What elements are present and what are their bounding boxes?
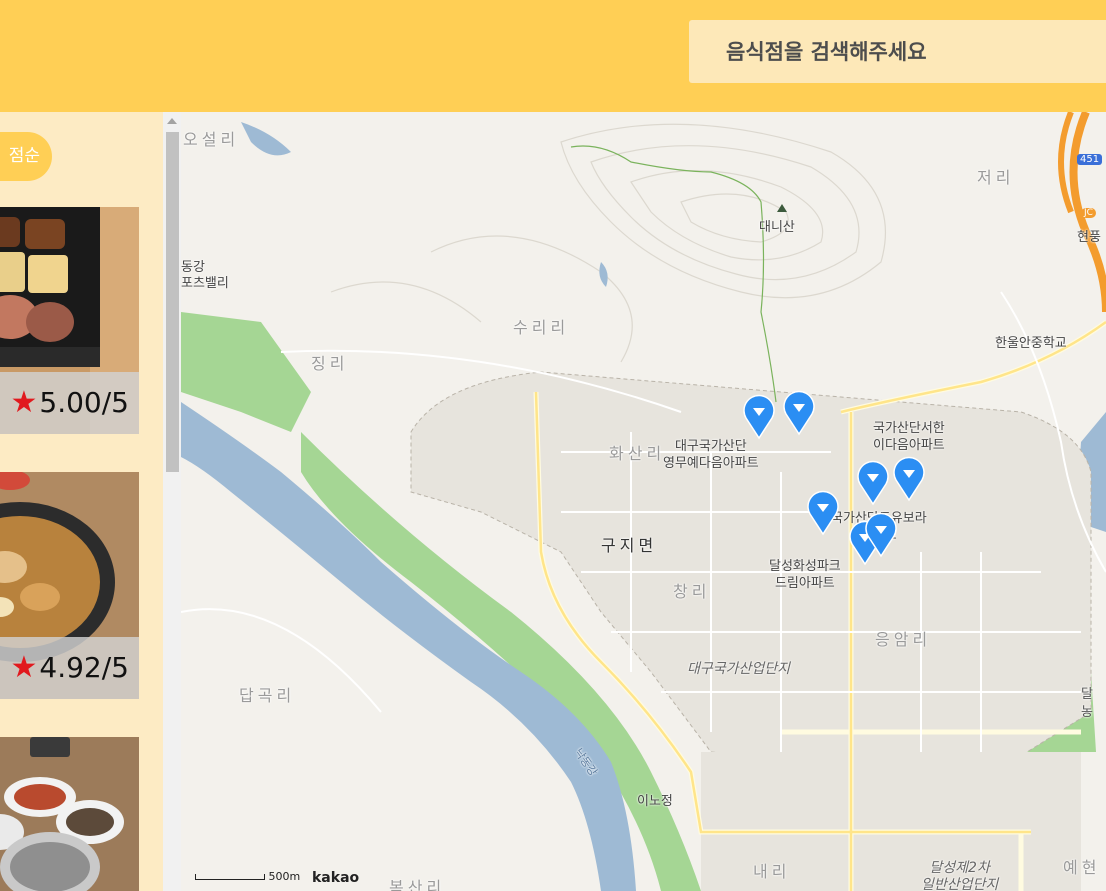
search-input[interactable] [689, 20, 1106, 83]
map-label-hwasanri: 화산리 [609, 444, 666, 463]
restaurant-marker-icon[interactable] [806, 488, 840, 536]
star-icon: ★ [10, 650, 38, 685]
map-label-surii: 수리리 [513, 318, 570, 337]
map-label-changri: 창리 [673, 582, 711, 601]
map-view[interactable]: 오설리 대니산 저리 현풍 동강 포츠밸리 수리리 징리 한울안중학교 화산리 … [181, 112, 1106, 891]
sidebar-scrollbar[interactable] [163, 112, 181, 891]
app-header [0, 0, 1106, 112]
search-box[interactable] [689, 20, 1106, 83]
map-label-jinri: 징리 [311, 354, 349, 373]
restaurant-photo [0, 737, 139, 891]
scroll-up-arrow-icon[interactable] [167, 118, 177, 124]
map-base [181, 112, 1106, 891]
restaurant-sidebar: 점순 ★5.00/5 ★4.92/5 [0, 112, 163, 891]
map-label-guji-myeon: 구지면 [601, 536, 658, 555]
restaurant-marker-icon[interactable] [864, 510, 898, 558]
highway-shield: 451 [1077, 154, 1103, 165]
map-label-naeri: 내리 [753, 862, 791, 881]
rating-value: 4.92/5 [39, 651, 129, 684]
scroll-thumb[interactable] [166, 132, 179, 472]
map-label-bokri: 복산리 [389, 878, 446, 891]
rating-value: 5.00/5 [39, 386, 129, 419]
map-label-apt-yeongmu: 대구국가산단 영무예다음아파트 [663, 439, 759, 471]
restaurant-marker-icon[interactable] [856, 458, 890, 506]
scale-bar [195, 874, 265, 880]
junction-badge: JC [1081, 208, 1096, 218]
restaurant-marker-icon[interactable] [892, 454, 926, 502]
restaurant-card[interactable] [0, 737, 139, 891]
restaurant-card[interactable]: ★5.00/5 [0, 207, 139, 434]
sort-button[interactable]: 점순 [0, 132, 52, 181]
map-label-inojeong: 이노정 [637, 794, 673, 809]
map-label-hyeonpung: 현풍 [1077, 230, 1101, 245]
map-label-osolri: 오설리 [183, 130, 240, 149]
map-label-dalseong-park: 달성화성파크 드림아파트 [769, 559, 841, 591]
rating-badge: ★5.00/5 [0, 372, 139, 434]
map-label-dapgokri: 답곡리 [239, 686, 296, 705]
map-label-yehyeon: 예현 [1063, 858, 1101, 877]
map-label-daenisan: 대니산 [759, 220, 795, 235]
restaurant-card[interactable]: ★4.92/5 [0, 472, 139, 699]
map-label-dongang-sports: 동강 포츠밸리 [181, 260, 229, 291]
restaurant-marker-icon[interactable] [742, 392, 776, 440]
map-label-hanul-school: 한울안중학교 [995, 336, 1067, 351]
map-label-dalseong-2: 달성제2차 일반산업단지 [921, 860, 999, 891]
map-label-industrial-complex: 대구국가산업단지 [687, 661, 791, 677]
map-label-eungamri: 응암리 [875, 630, 932, 649]
rating-badge: ★4.92/5 [0, 637, 139, 699]
map-scale: 500m [195, 870, 300, 883]
map-label-apt-seohan: 국가산단서한 이다음아파트 [873, 421, 945, 453]
scale-label: 500m [268, 870, 301, 883]
map-label-dal: 달 농 [1081, 687, 1093, 720]
map-label-jeori: 저리 [977, 168, 1015, 187]
star-icon: ★ [10, 385, 38, 420]
restaurant-marker-icon[interactable] [782, 388, 816, 436]
map-provider-logo[interactable]: kakao [312, 870, 359, 886]
